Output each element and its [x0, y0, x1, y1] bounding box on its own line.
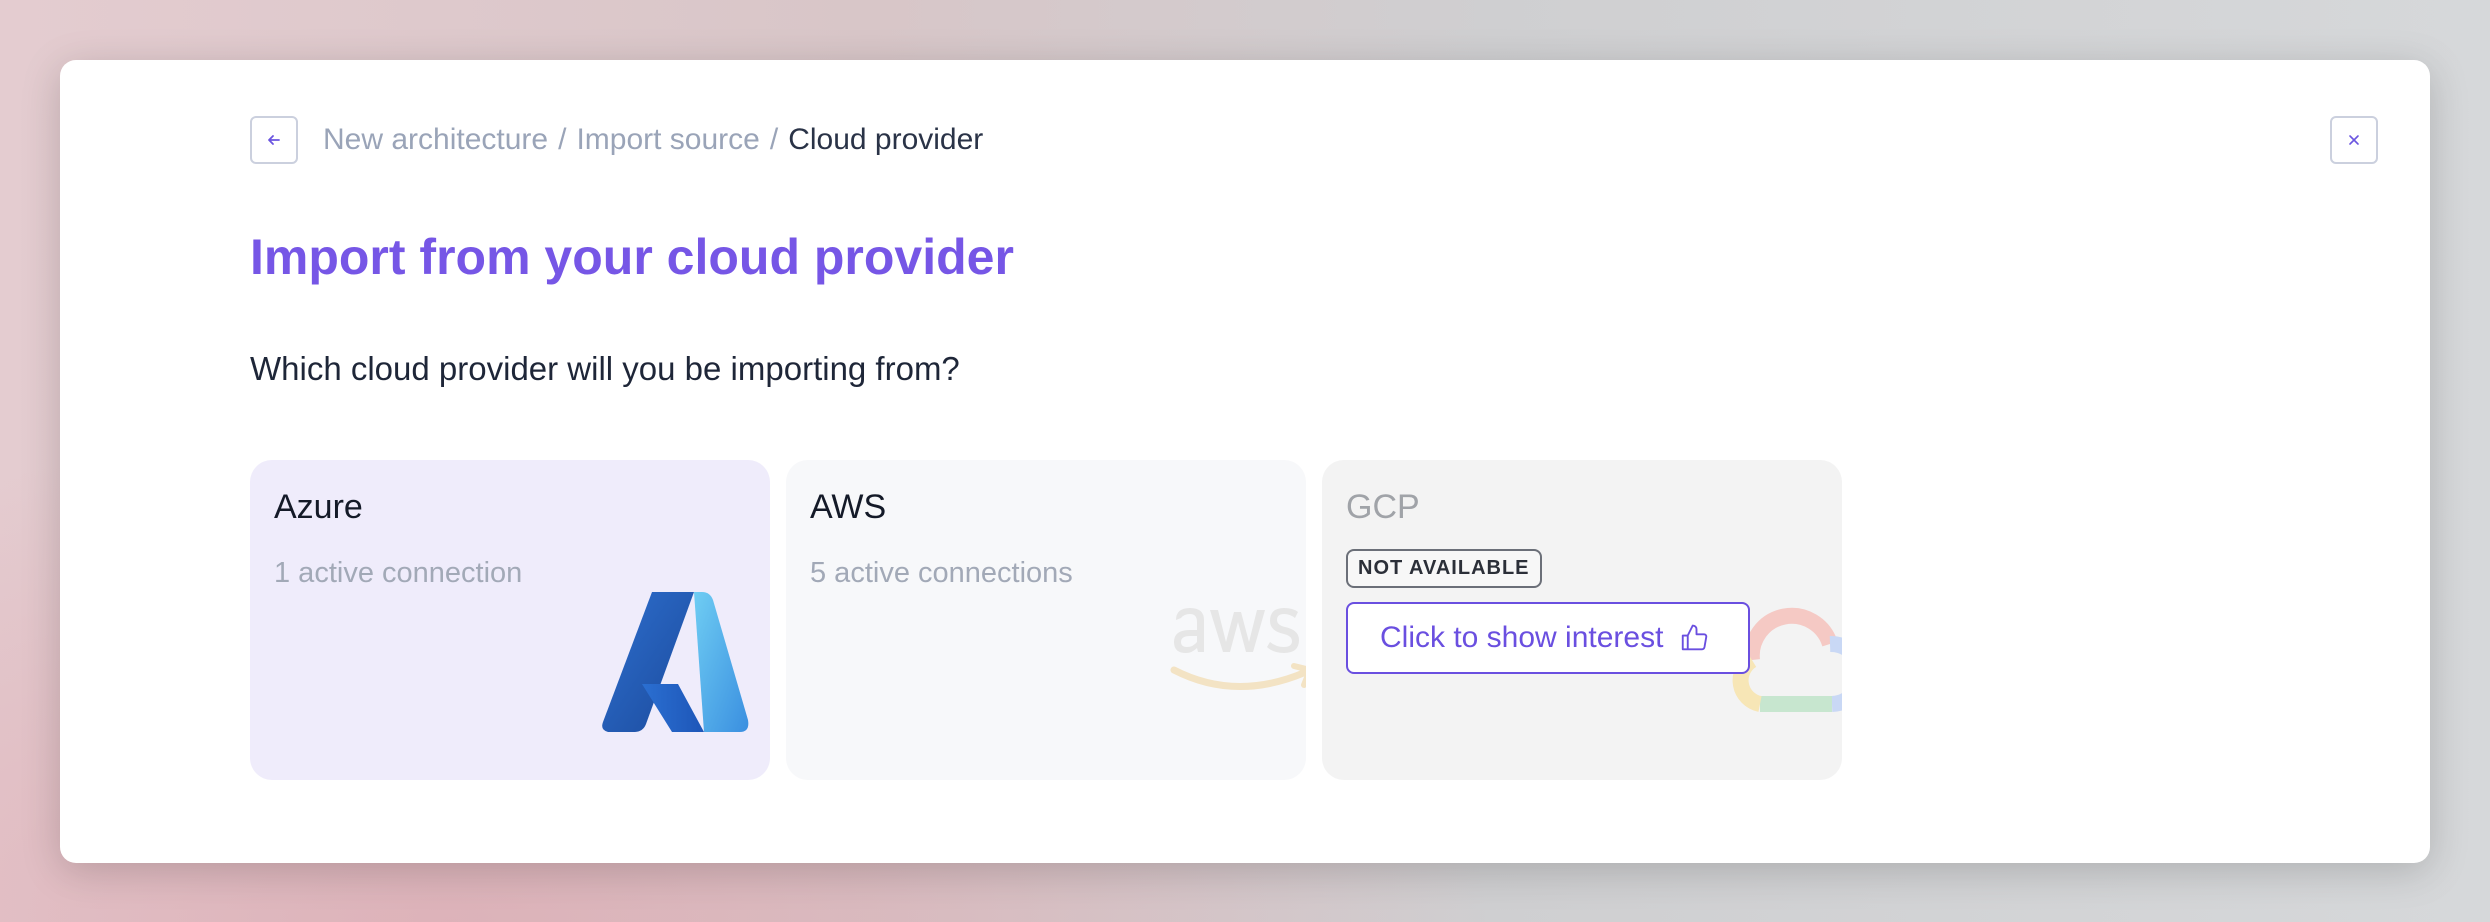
provider-card-azure[interactable]: Azure 1 active connection [250, 460, 770, 780]
close-icon [2349, 135, 2359, 145]
page-title: Import from your cloud provider [250, 229, 1014, 285]
page-subtitle: Which cloud provider will you be importi… [250, 350, 960, 387]
back-button[interactable] [250, 116, 298, 164]
provider-name: Azure [274, 488, 363, 526]
thumbs-up-icon [1679, 623, 1709, 653]
breadcrumb: New architecture / Import source / Cloud… [323, 123, 983, 157]
connection-count: 1 active connection [274, 557, 523, 589]
breadcrumb-item-import-source[interactable]: Import source [576, 123, 759, 157]
breadcrumb-item-new-architecture[interactable]: New architecture [323, 123, 548, 157]
arrow-left-icon [268, 135, 280, 145]
breadcrumb-separator: / [558, 123, 567, 156]
azure-logo [602, 592, 749, 732]
provider-cards: Azure 1 active connection AWS 5 active c… [250, 460, 1842, 780]
breadcrumb-item-cloud-provider: Cloud provider [788, 123, 984, 156]
aws-logo [1170, 608, 1306, 690]
provider-name: AWS [810, 488, 887, 526]
close-button[interactable] [2330, 116, 2378, 164]
modal-header: New architecture / Import source / Cloud… [250, 116, 983, 164]
breadcrumb-separator: / [769, 123, 779, 156]
provider-card-aws[interactable]: AWS 5 active connections [786, 460, 1306, 780]
show-interest-label: Click to show interest [1380, 621, 1664, 654]
show-interest-button[interactable]: Click to show interest [1346, 602, 1750, 674]
connection-count: 5 active connections [810, 557, 1073, 589]
provider-name: GCP [1346, 488, 1420, 526]
not-available-badge: NOT AVAILABLE [1346, 549, 1542, 588]
import-modal: New architecture / Import source / Cloud… [60, 60, 2430, 863]
provider-card-gcp: GCP NOT AVAILABLE Click to show interest [1322, 460, 1842, 780]
